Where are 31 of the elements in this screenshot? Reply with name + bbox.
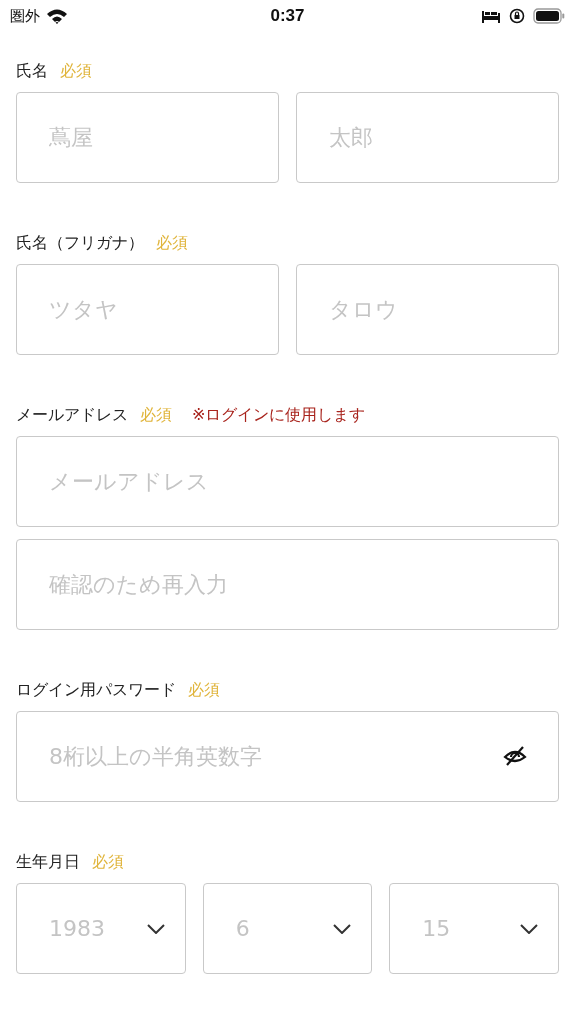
select-field[interactable]: 1983 [16, 883, 186, 974]
select-field[interactable]: 15 [389, 883, 559, 974]
field-label: メールアドレス [16, 404, 128, 426]
input-field[interactable]: ツタヤ [16, 264, 279, 355]
required-tag: 必須 [156, 232, 188, 254]
rotation-lock-icon [509, 8, 525, 24]
input-field[interactable]: 確認のため再入力 [16, 539, 559, 630]
field-label: 氏名 [16, 60, 48, 82]
input-field[interactable]: メールアドレス [16, 436, 559, 527]
input-field[interactable]: 蔦屋 [16, 92, 279, 183]
bed-icon [481, 9, 501, 23]
required-tag: 必須 [188, 679, 220, 701]
clock-time: 0:37 [270, 6, 305, 26]
carrier-text: 圏外 [10, 6, 40, 26]
input-field[interactable]: 太郎 [296, 92, 559, 183]
wifi-icon [46, 8, 68, 24]
eye-off-icon[interactable] [503, 745, 527, 767]
input-field[interactable]: タロウ [296, 264, 559, 355]
chevron-down-icon [146, 923, 165, 934]
battery-icon [533, 8, 565, 24]
required-tag: 必須 [92, 851, 124, 873]
field-label: 氏名（フリガナ） [16, 232, 144, 254]
field-label: 生年月日 [16, 851, 80, 873]
chevron-down-icon [333, 923, 352, 934]
note-text: ※ログインに使用します [192, 404, 366, 426]
field-label: ログイン用パスワード [16, 679, 176, 701]
select-field[interactable]: 6 [202, 883, 373, 974]
chevron-down-icon [520, 923, 538, 934]
required-tag: 必須 [60, 60, 92, 82]
required-tag: 必須 [140, 404, 172, 426]
password-field[interactable]: 8桁以上の半角英数字 [16, 711, 559, 802]
